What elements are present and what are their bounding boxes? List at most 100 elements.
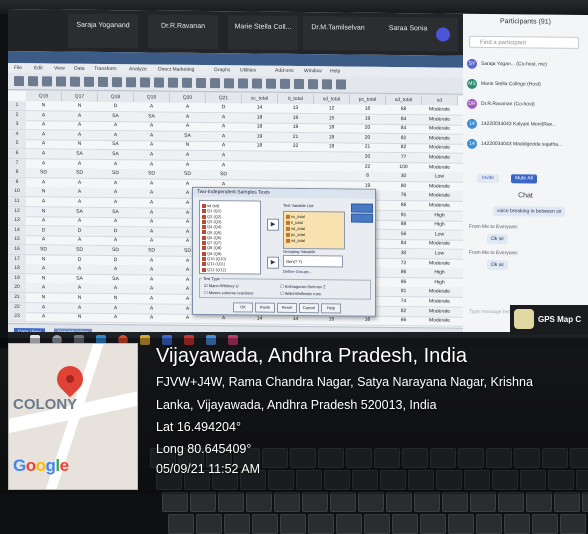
- row-number[interactable]: 21: [8, 293, 26, 302]
- table-cell[interactable]: 14: [242, 315, 277, 324]
- column-header[interactable]: Q20: [170, 93, 206, 103]
- toolbar-icon[interactable]: [112, 77, 122, 87]
- table-cell[interactable]: A: [98, 159, 133, 168]
- test-option-checkbox[interactable]: ☐ Moses extreme reactions: [204, 290, 253, 296]
- mute-all-button[interactable]: Mute All: [511, 174, 537, 183]
- table-cell[interactable]: A: [26, 303, 61, 312]
- table-cell[interactable]: 21: [350, 143, 385, 152]
- table-cell[interactable]: A: [62, 236, 97, 245]
- table-cell[interactable]: A: [134, 121, 169, 130]
- table-cell[interactable]: 16: [350, 105, 385, 114]
- toolbar-icon[interactable]: [84, 77, 94, 87]
- table-cell[interactable]: 12: [314, 104, 349, 113]
- table-cell[interactable]: SA: [98, 150, 133, 159]
- table-cell[interactable]: 56: [386, 230, 421, 239]
- table-cell[interactable]: A: [134, 131, 169, 140]
- row-number[interactable]: 15: [8, 235, 26, 244]
- table-cell[interactable]: 15: [314, 315, 349, 324]
- meeting-tile[interactable]: Dr.R.Ravanan: [148, 14, 218, 49]
- table-cell[interactable]: A: [206, 132, 241, 141]
- table-cell[interactable]: A: [98, 179, 133, 188]
- table-cell[interactable]: 82: [386, 134, 421, 143]
- table-cell[interactable]: SA: [170, 131, 205, 140]
- table-cell[interactable]: A: [98, 313, 133, 322]
- table-cell[interactable]: 82: [386, 143, 421, 152]
- toolbar-icon[interactable]: [56, 76, 66, 86]
- row-number[interactable]: 12: [8, 207, 26, 216]
- table-cell[interactable]: D: [206, 103, 241, 112]
- table-cell[interactable]: A: [134, 227, 169, 236]
- toolbar-icon[interactable]: [308, 79, 318, 89]
- move-right-arrow-icon[interactable]: ▶: [267, 257, 279, 269]
- row-number[interactable]: 19: [8, 274, 26, 283]
- toolbar-icon[interactable]: [196, 78, 206, 88]
- table-cell[interactable]: 80: [386, 182, 421, 191]
- table-cell[interactable]: A: [26, 312, 61, 321]
- toolbar-icon[interactable]: [98, 77, 108, 87]
- table-cell[interactable]: Moderate: [422, 105, 457, 114]
- row-number[interactable]: 7: [8, 159, 26, 168]
- table-cell[interactable]: SD: [62, 169, 97, 178]
- table-cell[interactable]: 18: [242, 113, 277, 122]
- table-cell[interactable]: 81: [386, 287, 421, 296]
- table-cell[interactable]: A: [98, 236, 133, 245]
- toolbar-icon[interactable]: [140, 77, 150, 87]
- table-cell[interactable]: 77: [386, 153, 421, 162]
- table-cell[interactable]: A: [134, 237, 169, 246]
- meeting-tile[interactable]: Marie Stella Coll...: [228, 15, 298, 50]
- row-number[interactable]: 10: [8, 187, 26, 196]
- table-cell[interactable]: SA: [98, 140, 133, 149]
- table-cell[interactable]: A: [134, 256, 169, 265]
- table-cell[interactable]: Low: [422, 230, 457, 239]
- table-cell[interactable]: 18: [314, 133, 349, 142]
- options-button[interactable]: [351, 204, 373, 213]
- table-cell[interactable]: Low: [422, 172, 457, 181]
- table-cell[interactable]: SD: [134, 246, 169, 255]
- table-cell[interactable]: A: [26, 178, 61, 187]
- table-cell[interactable]: N: [62, 313, 97, 322]
- table-cell[interactable]: A: [62, 130, 97, 139]
- table-cell[interactable]: N: [26, 274, 61, 283]
- paste-button[interactable]: Paste: [255, 303, 275, 313]
- test-option-checkbox[interactable]: ☐ Kolmogorov-Smirnov Z: [280, 284, 326, 289]
- table-cell[interactable]: SA: [98, 207, 133, 216]
- table-cell[interactable]: 91: [386, 211, 421, 220]
- table-cell[interactable]: 18: [242, 142, 277, 151]
- table-cell[interactable]: A: [134, 285, 169, 294]
- table-cell[interactable]: 21: [278, 133, 313, 142]
- table-cell[interactable]: Moderate: [422, 201, 457, 210]
- participant-search-input[interactable]: Find a participant: [469, 36, 579, 49]
- table-cell[interactable]: A: [98, 284, 133, 293]
- menu-item[interactable]: Utilities: [240, 67, 256, 73]
- table-cell[interactable]: A: [134, 313, 169, 322]
- table-cell[interactable]: N: [26, 255, 61, 264]
- table-cell[interactable]: A: [206, 122, 241, 131]
- toolbar-icon[interactable]: [336, 79, 346, 89]
- table-cell[interactable]: Moderate: [422, 134, 457, 143]
- row-number[interactable]: 11: [8, 197, 26, 206]
- menu-item[interactable]: Window: [304, 68, 322, 74]
- table-cell[interactable]: A: [134, 102, 169, 111]
- table-cell[interactable]: A: [98, 303, 133, 312]
- table-cell[interactable]: A: [134, 208, 169, 217]
- table-cell[interactable]: A: [206, 314, 241, 323]
- table-cell[interactable]: A: [134, 265, 169, 274]
- row-number[interactable]: 13: [8, 216, 26, 225]
- table-cell[interactable]: A: [62, 121, 97, 130]
- column-header[interactable]: Q16: [26, 91, 62, 101]
- table-cell[interactable]: A: [62, 303, 97, 312]
- table-cell[interactable]: A: [26, 130, 61, 139]
- table-cell[interactable]: A: [134, 160, 169, 169]
- help-button[interactable]: Help: [321, 303, 341, 313]
- table-cell[interactable]: A: [170, 112, 205, 121]
- row-number[interactable]: 18: [8, 264, 26, 273]
- test-variable-item[interactable]: sd_total: [286, 238, 305, 243]
- variable-list-item[interactable]: Q12 (Q12): [202, 267, 226, 272]
- exact-button[interactable]: [351, 214, 373, 223]
- table-cell[interactable]: A: [62, 265, 97, 274]
- row-number[interactable]: 8: [8, 168, 26, 177]
- menu-item[interactable]: View: [54, 65, 65, 71]
- table-cell[interactable]: N: [62, 102, 97, 111]
- table-cell[interactable]: 18: [242, 123, 277, 132]
- source-variable-list[interactable]: sd (sd)Q1 (Q1)Q2 (Q2)Q3 (Q3)Q4 (Q4)Q5 (Q…: [199, 200, 261, 275]
